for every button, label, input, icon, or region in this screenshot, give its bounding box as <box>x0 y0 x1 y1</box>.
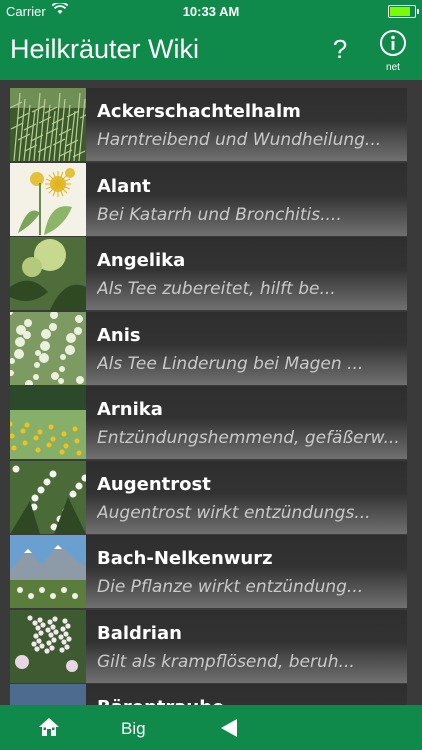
clock: 10:33 AM <box>182 4 240 19</box>
list-item-text: Augentrost Augentrost wirkt entzündungs..… <box>86 460 407 534</box>
list-item[interactable]: Ackerschachtelhalm Harntreibend und Wundh… <box>10 88 407 161</box>
herb-description: Die Pflanze wirkt entzündung... <box>97 577 364 597</box>
big-button[interactable]: Big <box>121 719 146 739</box>
battery-icon <box>388 5 419 18</box>
herb-description: Gilt als krampflösend, beruh... <box>97 651 355 672</box>
app-title: Heilkräuter Wiki <box>10 34 200 64</box>
herb-description: Als Tee zubereitet, hilft be... <box>97 279 336 299</box>
herb-thumbnail <box>10 311 86 385</box>
herb-thumbnail <box>10 535 86 608</box>
herb-thumbnail <box>10 162 86 236</box>
help-button[interactable]: ? <box>330 34 350 65</box>
list-item[interactable]: Baldrian Gilt als krampflösend, beruh... <box>10 609 407 683</box>
home-icon <box>39 718 59 736</box>
herb-name: Alant <box>97 175 151 197</box>
herb-name: Arnika <box>97 399 163 420</box>
list-item-text: Baldrian Gilt als krampflösend, beruh... <box>86 609 407 683</box>
herb-description: Bei Katarrh und Bronchitis.... <box>97 204 342 225</box>
list-item-text: Arnika Entzündungshemmend, gefäßerw... <box>86 386 407 459</box>
herb-description: Als Tee Linderung bei Magen ... <box>97 353 364 374</box>
herb-name: Ackerschachtelhalm <box>97 101 301 122</box>
herb-thumbnail <box>10 684 86 705</box>
herb-thumbnail <box>10 609 86 683</box>
tab-bar: Big <box>0 705 422 750</box>
herb-description: Entzündungshemmend, gefäßerw... <box>97 428 400 448</box>
list-item[interactable]: Bach-Nelkenwurz Die Pflanze wirkt entzünd… <box>10 535 407 608</box>
herb-name: Baldrian <box>97 622 182 644</box>
home-button[interactable] <box>38 716 60 738</box>
info-sub-label: net <box>386 62 400 73</box>
status-bar: Carrier 10:33 AM <box>0 0 422 22</box>
list-item[interactable]: Anis Als Tee Linderung bei Magen ... <box>10 311 407 385</box>
back-button[interactable] <box>220 718 238 738</box>
herb-name: Bach-Nelkenwurz <box>97 548 273 569</box>
list-item[interactable]: Angelika Als Tee zubereitet, hilft be... <box>10 237 407 310</box>
herb-thumbnail <box>10 386 86 459</box>
list-item[interactable]: Alant Bei Katarrh und Bronchitis.... <box>10 162 407 236</box>
list-item-text: Ackerschachtelhalm Harntreibend und Wundh… <box>86 88 407 161</box>
herb-name: Anis <box>97 324 141 346</box>
back-triangle-icon <box>221 719 237 737</box>
nav-bar: Heilkräuter Wiki ? net <box>0 22 422 80</box>
list-item-text: Bach-Nelkenwurz Die Pflanze wirkt entzünd… <box>86 535 407 608</box>
list-item[interactable]: Arnika Entzündungshemmend, gefäßerw... <box>10 386 407 459</box>
herb-name: Augentrost <box>97 473 211 495</box>
list-item[interactable]: Augentrost Augentrost wirkt entzündungs..… <box>10 460 407 534</box>
list-item[interactable]: Bärentraube <box>10 684 407 705</box>
info-icon <box>380 30 406 56</box>
list-item-text: Bärentraube <box>86 684 407 705</box>
herb-thumbnail <box>10 237 86 310</box>
herb-thumbnail <box>10 460 86 534</box>
herb-name: Bärentraube <box>97 697 224 705</box>
list-item-text: Angelika Als Tee zubereitet, hilft be... <box>86 237 407 310</box>
list-item-text: Anis Als Tee Linderung bei Magen ... <box>86 311 407 385</box>
herb-description: Augentrost wirkt entzündungs... <box>97 502 371 523</box>
list-item-text: Alant Bei Katarrh und Bronchitis.... <box>86 162 407 236</box>
herb-list[interactable]: Ackerschachtelhalm Harntreibend und Wundh… <box>10 88 407 705</box>
info-button[interactable] <box>379 29 407 57</box>
herb-thumbnail <box>10 88 86 161</box>
herb-description: Harntreibend und Wundheilung... <box>97 130 382 150</box>
herb-name: Angelika <box>97 250 186 271</box>
